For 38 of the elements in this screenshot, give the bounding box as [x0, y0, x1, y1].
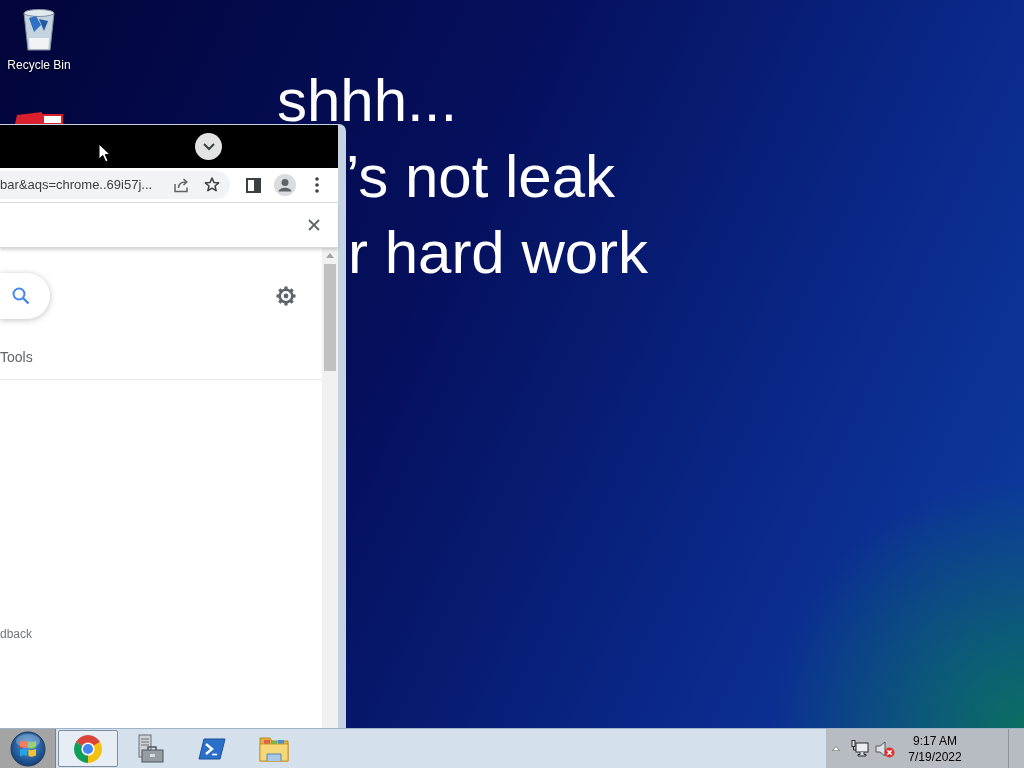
wallpaper-text: shhh...: [277, 71, 458, 131]
search-icon: [12, 287, 30, 305]
url-text: bar&aqs=chrome..69i57j...: [0, 176, 154, 195]
wallpaper-text: ’s not leak: [346, 147, 616, 207]
clock-time: 9:17 AM: [913, 732, 957, 749]
taskbar-button[interactable]: [58, 730, 118, 767]
folder-icon: [258, 734, 290, 763]
side-panel-icon: [245, 177, 261, 193]
address-bar[interactable]: bar&aqs=chrome..69i57j...: [0, 171, 230, 199]
cursor-icon: [98, 143, 111, 163]
prompt-icon: [198, 736, 226, 761]
search-button[interactable]: [0, 273, 50, 319]
search-field[interactable]: [0, 203, 338, 248]
tools-link[interactable]: Tools: [0, 348, 33, 366]
settings-icon: [276, 286, 296, 306]
more-icon: [315, 177, 319, 193]
scrollbar-thumb[interactable]: [324, 264, 336, 371]
network-icon: [851, 740, 869, 757]
chevron-down-icon: [202, 142, 215, 151]
start-button[interactable]: [0, 729, 56, 768]
browser-icon: [73, 733, 103, 764]
server-toolbox-icon: [135, 733, 165, 764]
share-icon: [173, 177, 189, 193]
app-shortcut-icon[interactable]: [15, 112, 63, 124]
flag-orb-icon: [9, 730, 46, 767]
clock-date: 7/19/2022: [908, 748, 962, 765]
settings-button[interactable]: [276, 286, 296, 306]
star-icon: [204, 177, 220, 193]
dropdown-button[interactable]: [195, 133, 222, 160]
up-triangle-icon: [832, 746, 840, 751]
avatar-icon: [274, 174, 296, 196]
wallpaper-text: r hard work: [348, 223, 649, 283]
recycle-bin-icon: [22, 8, 56, 52]
desktop-shortcut[interactable]: Recycle Bin: [4, 6, 74, 73]
profile-button[interactable]: [273, 173, 297, 197]
close-icon: [308, 219, 320, 231]
feedback-link[interactable]: dback: [0, 627, 33, 641]
clear-button[interactable]: [306, 217, 322, 233]
